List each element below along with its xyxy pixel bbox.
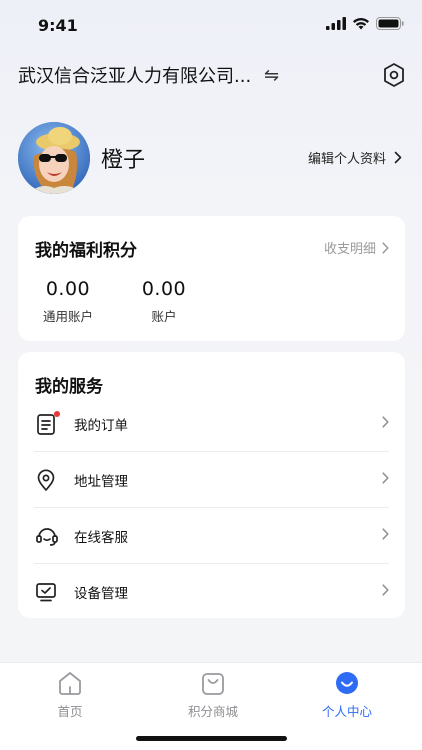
service-item-customer-service[interactable]: 在线客服 bbox=[34, 508, 389, 564]
welfare-points-card: 我的福利积分 收支明细 0.00 通用账户 0.00 账户 bbox=[18, 216, 405, 341]
chevron-right-icon bbox=[394, 151, 402, 164]
chevron-right-icon bbox=[382, 416, 389, 428]
service-label: 我的订单 bbox=[74, 417, 128, 434]
profile-section: 橙子 编辑个人资料 bbox=[18, 122, 406, 194]
chevron-right-icon bbox=[382, 584, 389, 596]
swap-icon[interactable]: ⇋ bbox=[264, 65, 279, 86]
tab-home[interactable]: 首页 bbox=[20, 669, 120, 720]
my-services-card: 我的服务 我的订单 地址管理 在线客服 设备管理 bbox=[18, 352, 405, 618]
cellular-signal-icon bbox=[326, 17, 346, 30]
chevron-right-icon bbox=[382, 472, 389, 484]
status-time: 9:41 bbox=[38, 16, 78, 35]
tab-personal-center[interactable]: 个人中心 bbox=[297, 669, 397, 720]
service-list: 我的订单 地址管理 在线客服 设备管理 bbox=[18, 396, 405, 620]
service-label: 地址管理 bbox=[74, 473, 128, 490]
tab-label: 个人中心 bbox=[321, 704, 372, 719]
battery-icon bbox=[376, 17, 404, 30]
headset-icon bbox=[35, 525, 58, 547]
home-indicator bbox=[136, 736, 287, 741]
smile-face-icon bbox=[336, 672, 358, 694]
tab-label: 首页 bbox=[57, 704, 83, 719]
account-label: 通用账户 bbox=[42, 309, 93, 324]
service-label: 设备管理 bbox=[74, 586, 128, 602]
order-list-icon bbox=[35, 410, 60, 435]
service-item-device-management[interactable]: 设备管理 bbox=[34, 564, 389, 620]
service-label: 在线客服 bbox=[74, 529, 128, 546]
services-card-title: 我的服务 bbox=[35, 377, 103, 397]
service-item-orders[interactable]: 我的订单 bbox=[34, 396, 389, 452]
company-selector[interactable]: 武汉信合泛亚人力有限公司... ⇋ bbox=[18, 62, 406, 88]
account-value: 0.00 bbox=[45, 278, 91, 300]
chevron-right-icon bbox=[382, 528, 389, 540]
user-name: 橙子 bbox=[101, 148, 146, 173]
transaction-detail-label: 收支明细 bbox=[323, 242, 376, 257]
home-icon bbox=[59, 672, 81, 695]
location-pin-icon bbox=[35, 469, 57, 491]
account-value: 0.00 bbox=[141, 278, 187, 300]
points-card-title: 我的福利积分 bbox=[35, 241, 137, 261]
wifi-icon bbox=[353, 18, 369, 30]
transaction-detail-link[interactable]: 收支明细 bbox=[324, 238, 389, 257]
monitor-icon bbox=[35, 581, 57, 603]
tab-points-mall[interactable]: 积分商城 bbox=[163, 669, 263, 720]
tab-label: 积分商城 bbox=[187, 704, 238, 719]
avatar[interactable] bbox=[18, 122, 90, 194]
status-icons bbox=[326, 17, 404, 30]
status-bar: 9:41 bbox=[0, 0, 422, 50]
settings-icon[interactable] bbox=[382, 62, 406, 88]
service-item-address[interactable]: 地址管理 bbox=[34, 452, 389, 508]
company-name: 武汉信合泛亚人力有限公司... bbox=[18, 66, 250, 87]
notification-badge bbox=[54, 410, 60, 417]
shopping-bag-icon bbox=[202, 673, 224, 695]
avatar-image bbox=[18, 122, 90, 194]
chevron-right-icon bbox=[382, 241, 389, 254]
account[interactable]: 0.00 账户 bbox=[136, 278, 192, 325]
edit-profile-label: 编辑个人资料 bbox=[307, 152, 386, 167]
account-label: 账户 bbox=[151, 309, 177, 324]
edit-profile-link[interactable]: 编辑个人资料 bbox=[308, 148, 402, 167]
general-account[interactable]: 0.00 通用账户 bbox=[40, 278, 96, 325]
